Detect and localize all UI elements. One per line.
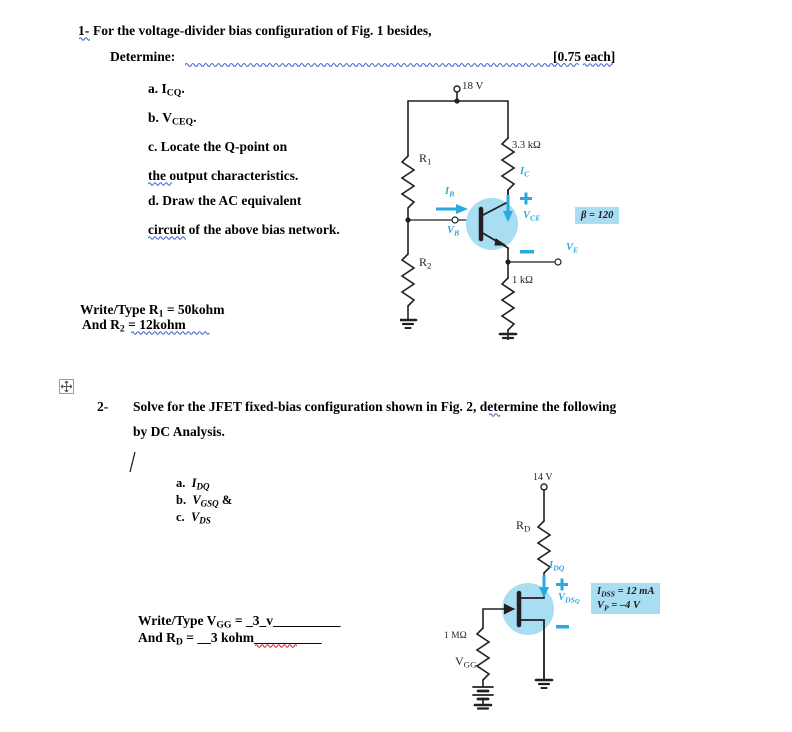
fig2-vdsq-label: VDSQ: [558, 592, 580, 605]
problem1-determine-label: Determine:: [110, 49, 176, 64]
fig1-ve-label: VE: [566, 242, 579, 255]
fig1-ib-label: IB: [445, 186, 455, 199]
kohm-red-squiggle: [255, 643, 297, 648]
problem1-item-d: d. Draw the AC equivalent: [148, 193, 302, 208]
fig2-idq-label: IDQ: [549, 560, 565, 573]
move-cross-icon[interactable]: [59, 379, 74, 394]
fig2-params-box: IDSS = 12 mA VP = –4 V: [591, 583, 661, 615]
fig2-vgg-label: VGG: [455, 654, 477, 670]
fig1-vce-label: VCE: [523, 210, 541, 223]
marks-squiggle: [583, 62, 613, 67]
fig1-rc-label: 3.3 kΩ: [512, 140, 541, 151]
figure1-bjt-circuit: [400, 72, 660, 340]
ink-slash-mark: [129, 451, 137, 473]
fig1-supply-label: 18 V: [462, 80, 484, 92]
fig1-beta-box: β = 120: [575, 207, 620, 225]
problem2-item-a: a. IDQ: [176, 476, 210, 492]
problem1-number-squiggle: [79, 36, 90, 41]
problem2-number: 2-: [97, 399, 109, 414]
problem2-answer-line1: Write/Type VGG = _3_v__________: [138, 613, 341, 631]
problem2-line1: Solve for the JFET fixed-bias configurat…: [133, 399, 617, 414]
problem2-item-b: b. VGSQ &: [176, 493, 233, 509]
circuit-squiggle: [148, 235, 186, 240]
determine-squiggle: [185, 61, 580, 67]
fig1-vb-label: VB: [447, 225, 460, 238]
fig2-rd-label: RD: [516, 518, 531, 534]
answer2-squiggle: [131, 330, 210, 335]
problem1-item-c: c. Locate the Q-point on: [148, 139, 288, 154]
problem1-title: For the voltage-divider bias configurati…: [93, 23, 432, 38]
problem1-item-b: b. VCEQ.: [148, 110, 197, 128]
fig2-vp-line: VP = –4 V: [597, 599, 641, 612]
fig1-re-label: 1 kΩ: [512, 275, 533, 286]
fig1-ic-label: IC: [520, 166, 530, 179]
fig2-idss-line: IDSS = 12 mA: [597, 586, 655, 599]
fig2-supply-label: 14 V: [533, 472, 553, 483]
problem2-item-c: c. VDS: [176, 510, 211, 526]
fig2-squiggle: [489, 412, 501, 417]
the-squiggle: [148, 181, 172, 186]
document-page: 1- For the voltage-divider bias configur…: [0, 0, 792, 732]
fig2-rg-label: 1 MΩ: [444, 631, 467, 641]
fig1-r1-label: R1: [419, 151, 432, 167]
fig1-r2-label: R2: [419, 255, 432, 271]
problem1-item-a: a. ICQ.: [148, 81, 185, 99]
problem2-line2: by DC Analysis.: [133, 424, 225, 439]
